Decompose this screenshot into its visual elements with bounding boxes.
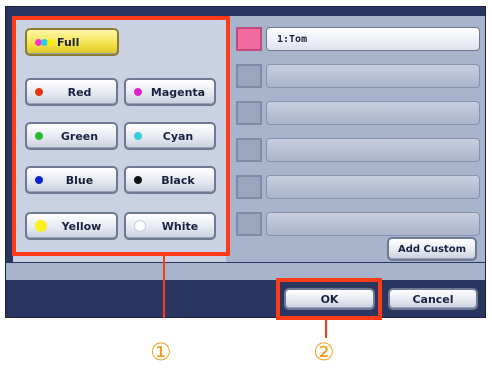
highlight-box-color-buttons <box>12 16 230 256</box>
custom-slot-2[interactable]: 2: <box>266 64 480 88</box>
highlight-box-ok-button <box>276 278 382 320</box>
custom-swatch-5[interactable] <box>236 175 262 199</box>
custom-slot-6-label: 6: <box>277 218 290 230</box>
custom-slot-5[interactable]: 5: <box>266 175 480 199</box>
custom-swatch-3[interactable] <box>236 101 262 125</box>
custom-slot-2-label: 2: <box>277 70 290 82</box>
cancel-button[interactable]: Cancel <box>388 288 478 310</box>
custom-swatch-6[interactable] <box>236 212 262 236</box>
custom-slot-6[interactable]: 6: <box>266 212 480 236</box>
custom-slot-3[interactable]: 3: <box>266 101 480 125</box>
custom-swatch-4[interactable] <box>236 138 262 162</box>
add-custom-button[interactable]: Add Custom <box>387 237 477 261</box>
custom-slot-5-label: 5: <box>277 181 290 193</box>
custom-slot-4-label: 4: <box>277 144 290 156</box>
add-custom-label: Add Custom <box>397 243 467 255</box>
custom-swatch-2[interactable] <box>236 64 262 88</box>
callout-number-1: ① <box>150 338 172 366</box>
callout-number-2: ② <box>313 338 335 366</box>
custom-slot-4[interactable]: 4: <box>266 138 480 162</box>
callout-line-2 <box>325 320 327 338</box>
cancel-label: Cancel <box>412 292 454 306</box>
callout-line-1 <box>163 256 165 318</box>
custom-slot-1[interactable]: 1:Tom <box>266 27 480 51</box>
custom-slot-1-label: 1:Tom <box>277 33 308 45</box>
custom-slot-3-label: 3: <box>277 107 290 119</box>
custom-swatch-1[interactable] <box>236 27 262 51</box>
custom-colors-area: 1:Tom 2: 3: 4: 5: 6: <box>226 16 485 262</box>
